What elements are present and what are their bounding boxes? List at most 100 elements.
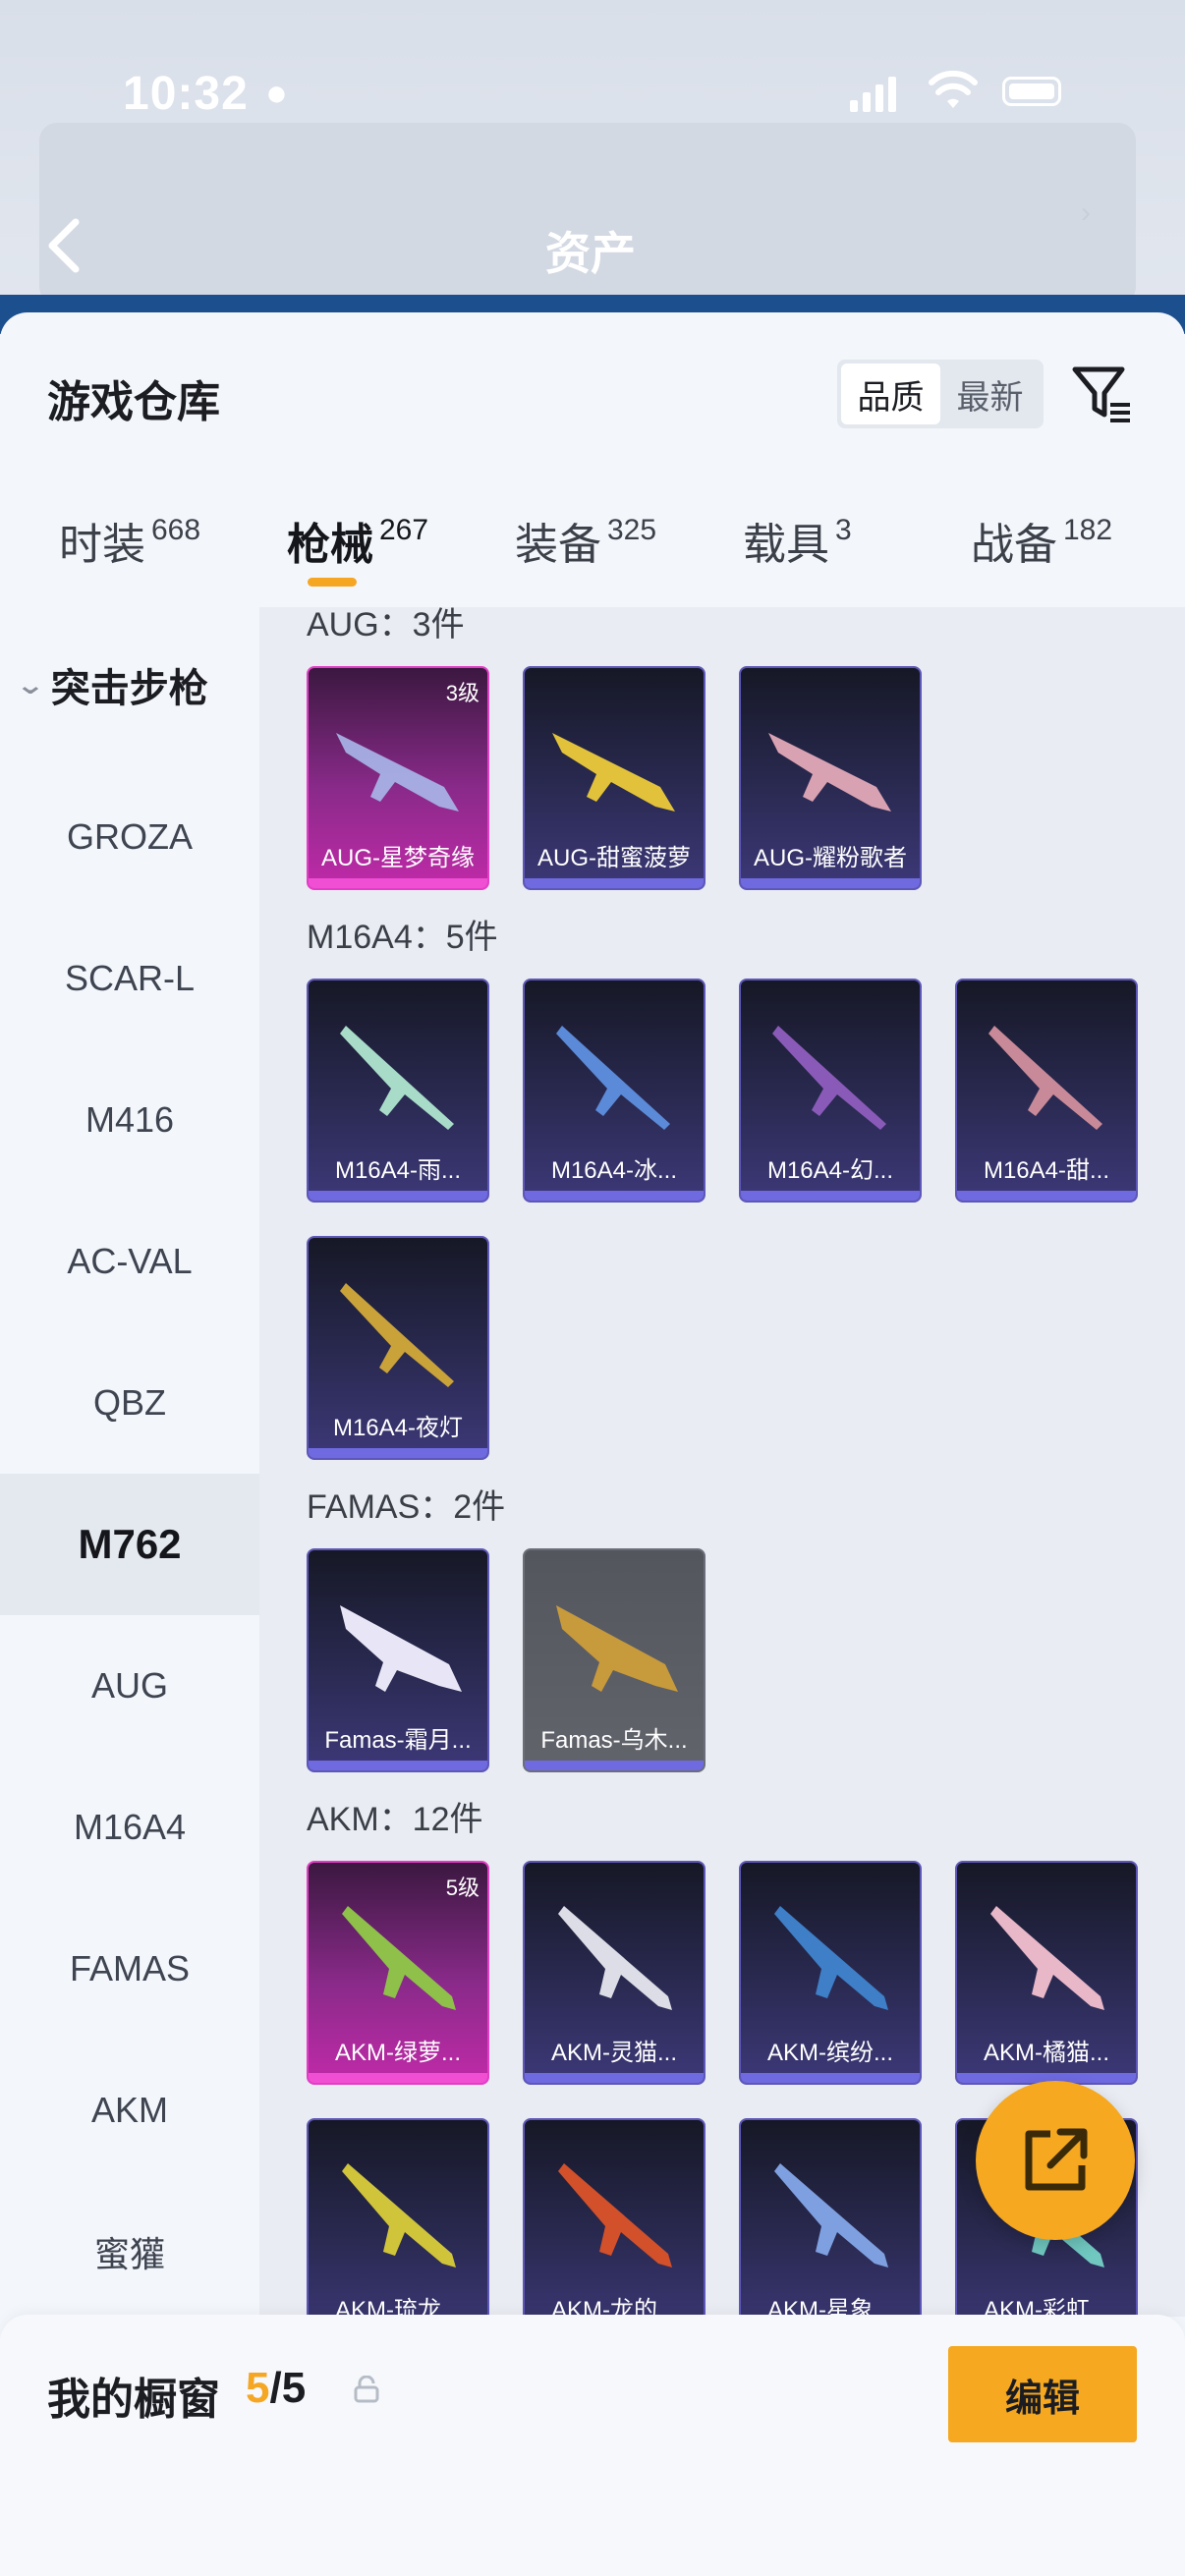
item-name: AKM-彩虹...: [983, 2297, 1109, 2317]
group-label-m16a4: M16A4：5件: [307, 919, 498, 956]
group-label-akm: AKM：12件: [307, 1801, 483, 1838]
rifle-icon: [558, 1906, 672, 2010]
showcase-count-total: 5: [281, 2364, 307, 2412]
item-name: M16A4-雨...: [334, 1157, 462, 1184]
sidebar-item-aug[interactable]: AUG: [0, 1615, 259, 1757]
tab-equipment[interactable]: 装备 325: [515, 509, 656, 572]
sidebar-item-m762[interactable]: M762: [0, 1474, 259, 1615]
item-grid: AUG：3件 3级 AUG-星梦奇缘 AUG-甜蜜菠萝 AUG-耀粉歌者 M16…: [259, 607, 1185, 2317]
tab-label: 装备: [515, 521, 601, 569]
sort-latest-button[interactable]: 最新: [940, 364, 1040, 424]
background-title: 资产: [545, 228, 636, 279]
tab-count: 267: [379, 514, 429, 546]
item-name: M16A4-夜灯: [332, 1415, 464, 1441]
lock-icon: [354, 2376, 379, 2403]
item-name: M16A4-幻...: [766, 1157, 894, 1184]
rifle-icon: [988, 1026, 1102, 1130]
group-label-aug: AUG：3件: [307, 607, 465, 644]
rifle-icon: [342, 1906, 456, 2010]
wifi-icon: [929, 70, 978, 108]
chevron-right-icon: ›: [1081, 196, 1091, 229]
chevron-down-icon: ⌄: [15, 669, 46, 700]
rifle-icon: [556, 1605, 678, 1692]
item-card[interactable]: Famas-霜月...: [307, 1548, 489, 1772]
showcase-label: 我的橱窗: [47, 2376, 220, 2424]
item-name: AUG-星梦奇缘: [321, 845, 475, 871]
showcase-count-separator: /: [269, 2364, 282, 2412]
item-card[interactable]: M16A4-幻...: [739, 979, 922, 1203]
share-icon: [1025, 2128, 1088, 2191]
sort-quality-button[interactable]: 品质: [841, 364, 940, 424]
paw-icon: ●: [265, 73, 288, 114]
tab-vehicles[interactable]: 载具 3: [743, 509, 852, 572]
rifle-icon: [556, 1026, 670, 1130]
back-arrow-icon[interactable]: [44, 216, 84, 275]
filter-icon[interactable]: [1071, 364, 1134, 426]
sidebar-item-groza[interactable]: GROZA: [0, 766, 259, 908]
item-card[interactable]: AUG-耀粉歌者: [739, 666, 922, 890]
rarity-bar: [309, 2073, 487, 2083]
rarity-bar: [525, 878, 704, 888]
item-card[interactable]: Famas-乌木...: [523, 1548, 705, 1772]
tab-label: 载具: [743, 521, 829, 569]
rifle-icon: [552, 733, 675, 812]
group-label-famas: FAMAS：2件: [307, 1488, 506, 1526]
rarity-bar: [741, 1191, 920, 1201]
item-card[interactable]: AUG-甜蜜菠萝: [523, 666, 705, 890]
showcase-count-used: 5: [246, 2364, 270, 2412]
item-card[interactable]: AKM-灵猫...: [523, 1861, 705, 2085]
share-button[interactable]: [976, 2081, 1135, 2240]
sidebar-item-famas[interactable]: FAMAS: [0, 1898, 259, 2040]
tab-fashion[interactable]: 时装 668: [59, 509, 200, 572]
item-card[interactable]: AKM-橘猫...: [955, 1861, 1138, 2085]
sidebar-item-akm[interactable]: AKM: [0, 2040, 259, 2181]
rifle-icon: [774, 2163, 888, 2268]
sidebar-item-honey-badger[interactable]: 蜜獾: [0, 2181, 259, 2323]
rarity-bar: [525, 1761, 704, 1770]
item-name: M16A4-甜...: [983, 1157, 1110, 1184]
active-tab-indicator: [308, 578, 357, 587]
tab-supplies[interactable]: 战备 182: [971, 509, 1112, 572]
sidebar-group-header[interactable]: ⌄ 突击步枪: [16, 656, 208, 713]
rifle-icon: [340, 1026, 454, 1130]
edit-button[interactable]: 编辑: [948, 2346, 1137, 2442]
item-card[interactable]: M16A4-夜灯: [307, 1236, 489, 1460]
item-name: AUG-甜蜜菠萝: [537, 845, 691, 871]
category-tabs: 时装 668 枪械 267 装备 325 载具 3 战备 182: [0, 509, 1185, 607]
item-card[interactable]: M16A4-雨...: [307, 979, 489, 1203]
rifle-icon: [340, 1605, 462, 1692]
tab-label: 枪械: [287, 521, 373, 569]
item-card[interactable]: AKM-龙的...: [523, 2118, 705, 2317]
rarity-bar: [309, 1448, 487, 1458]
item-card[interactable]: 3级 AUG-星梦奇缘: [307, 666, 489, 890]
status-time: 10:32: [123, 68, 249, 120]
rifle-icon: [772, 1026, 886, 1130]
sidebar-item-ac-val[interactable]: AC-VAL: [0, 1191, 259, 1332]
rarity-bar: [957, 1191, 1136, 1201]
showcase-count: 5/5: [246, 2364, 306, 2413]
item-card[interactable]: 5级 AKM-绿萝...: [307, 1861, 489, 2085]
level-badge: 3级: [445, 681, 480, 705]
sort-toggle: 品质 最新: [837, 360, 1044, 428]
item-card[interactable]: M16A4-甜...: [955, 979, 1138, 1203]
tab-guns[interactable]: 枪械 267: [287, 509, 428, 572]
item-card[interactable]: M16A4-冰...: [523, 979, 705, 1203]
item-card[interactable]: AKM-缤纷...: [739, 1861, 922, 2085]
sidebar-group-label: 突击步枪: [50, 667, 208, 710]
rarity-bar: [741, 878, 920, 888]
item-card[interactable]: AKM-星象...: [739, 2118, 922, 2317]
sidebar-item-m416[interactable]: M416: [0, 1049, 259, 1191]
sidebar-item-m16a4[interactable]: M16A4: [0, 1757, 259, 1898]
rifle-icon: [768, 733, 891, 812]
warehouse-sheet: 游戏仓库 品质 最新 时装 668 枪械 267 装备 325 载具 3 战备 182 ⌄…: [0, 312, 1185, 2576]
tab-count: 668: [151, 514, 201, 546]
rifle-icon: [990, 1906, 1104, 2010]
item-name: Famas-霜月...: [324, 1727, 472, 1754]
rifle-icon: [336, 733, 459, 812]
item-card[interactable]: AKM-琉龙...: [307, 2118, 489, 2317]
item-name: M16A4-冰...: [550, 1157, 678, 1184]
sidebar-item-scar-l[interactable]: SCAR-L: [0, 908, 259, 1049]
level-badge: 5级: [445, 1876, 480, 1900]
rifle-icon: [774, 1906, 888, 2010]
sidebar-item-qbz[interactable]: QBZ: [0, 1332, 259, 1474]
